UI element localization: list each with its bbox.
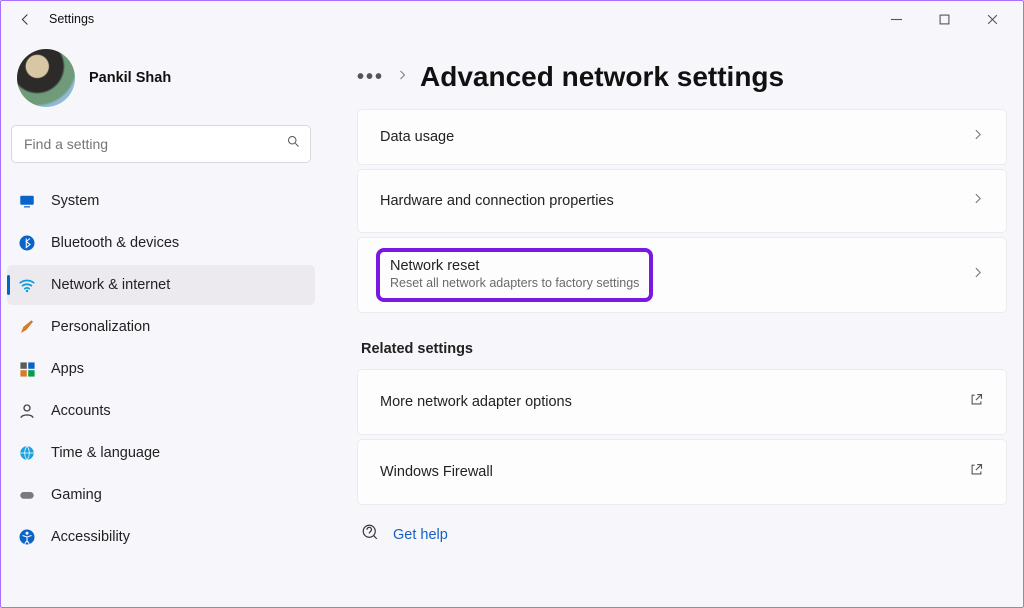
breadcrumb: ••• Advanced network settings — [357, 61, 1007, 93]
sidebar-item-accessibility[interactable]: Accessibility — [7, 517, 315, 557]
sidebar-item-label: Personalization — [51, 319, 150, 335]
system-icon — [17, 191, 37, 211]
avatar — [17, 49, 75, 107]
wifi-icon — [17, 275, 37, 295]
external-link-icon — [969, 392, 984, 412]
card-hardware-properties[interactable]: Hardware and connection properties — [357, 169, 1007, 233]
account-icon — [17, 401, 37, 421]
bluetooth-icon — [17, 233, 37, 253]
sidebar-item-personalization[interactable]: Personalization — [7, 307, 315, 347]
minimize-button[interactable] — [873, 3, 919, 35]
sidebar-item-gaming[interactable]: Gaming — [7, 475, 315, 515]
maximize-icon — [939, 14, 950, 25]
card-windows-firewall[interactable]: Windows Firewall — [357, 439, 1007, 505]
sidebar-item-label: Bluetooth & devices — [51, 235, 179, 251]
sidebar-item-apps[interactable]: Apps — [7, 349, 315, 389]
search-icon — [286, 134, 301, 154]
sidebar-item-accounts[interactable]: Accounts — [7, 391, 315, 431]
back-button[interactable] — [9, 3, 41, 35]
accessibility-icon — [17, 527, 37, 547]
maximize-button[interactable] — [921, 3, 967, 35]
network-reset-highlight: Network reset Reset all network adapters… — [380, 252, 649, 298]
window-title: Settings — [49, 12, 94, 26]
card-label: Data usage — [380, 129, 454, 145]
card-sublabel: Reset all network adapters to factory se… — [390, 276, 639, 290]
sidebar-item-label: Accounts — [51, 403, 111, 419]
sidebar-item-label: Accessibility — [51, 529, 130, 545]
chevron-right-icon — [971, 192, 984, 210]
gamepad-icon — [17, 485, 37, 505]
sidebar-item-bluetooth[interactable]: Bluetooth & devices — [7, 223, 315, 263]
sidebar-item-label: Time & language — [51, 445, 160, 461]
external-link-icon — [969, 462, 984, 482]
search-box[interactable] — [11, 125, 311, 163]
apps-icon — [17, 359, 37, 379]
sidebar-item-network[interactable]: Network & internet — [7, 265, 315, 305]
sidebar-item-label: System — [51, 193, 99, 209]
globe-icon — [17, 443, 37, 463]
brush-icon — [17, 317, 37, 337]
close-icon — [987, 14, 998, 25]
card-more-adapter-options[interactable]: More network adapter options — [357, 369, 1007, 435]
help-icon — [361, 523, 379, 546]
breadcrumb-ellipsis[interactable]: ••• — [357, 66, 384, 89]
card-label: More network adapter options — [380, 394, 572, 410]
user-name: Pankil Shah — [89, 70, 171, 86]
get-help-row[interactable]: Get help — [357, 523, 1007, 546]
minimize-icon — [891, 14, 902, 25]
chevron-right-icon — [971, 266, 984, 284]
page-title: Advanced network settings — [420, 61, 784, 93]
profile-block[interactable]: Pankil Shah — [7, 41, 315, 125]
close-button[interactable] — [969, 3, 1015, 35]
card-label: Hardware and connection properties — [380, 193, 614, 209]
card-label: Network reset — [390, 258, 639, 274]
card-network-reset[interactable]: Network reset Reset all network adapters… — [357, 237, 1007, 313]
get-help-link[interactable]: Get help — [393, 527, 448, 543]
arrow-left-icon — [18, 12, 33, 27]
sidebar-item-label: Apps — [51, 361, 84, 377]
card-label: Windows Firewall — [380, 464, 493, 480]
related-settings-heading: Related settings — [361, 341, 1007, 357]
sidebar-item-system[interactable]: System — [7, 181, 315, 221]
sidebar-item-time[interactable]: Time & language — [7, 433, 315, 473]
sidebar-item-label: Network & internet — [51, 277, 170, 293]
search-input[interactable] — [11, 125, 311, 163]
card-data-usage[interactable]: Data usage — [357, 109, 1007, 165]
sidebar-item-label: Gaming — [51, 487, 102, 503]
chevron-right-icon — [971, 128, 984, 146]
chevron-right-icon — [396, 68, 408, 86]
